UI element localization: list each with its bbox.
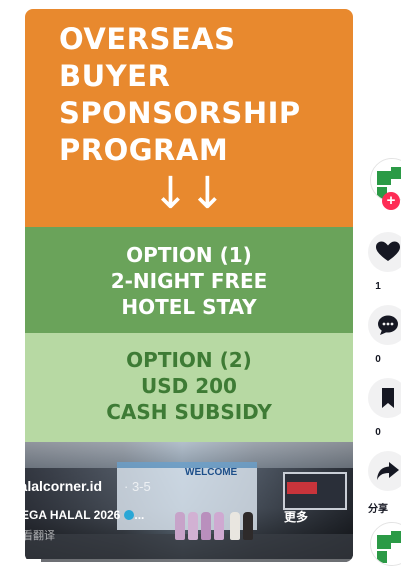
globe-icon <box>124 510 135 520</box>
bookmark-count: 0 <box>375 427 381 438</box>
expo-photo: WELCOME <box>25 442 353 562</box>
action-rail: ja + 1 0 0 分享 <box>366 0 401 566</box>
like-count: 1 <box>375 281 381 292</box>
svg-text:ja: ja <box>394 170 401 177</box>
photo-person <box>230 512 240 540</box>
headline: OVERSEAS BUYER SPONSORSHIP PROGRAM <box>59 21 301 169</box>
bookmark-icon <box>382 388 394 408</box>
headline-line: SPONSORSHIP <box>59 96 301 130</box>
like-button[interactable] <box>368 232 401 272</box>
option-2-line: CASH SUBSIDY <box>106 400 272 424</box>
comment-icon <box>378 315 398 335</box>
photo-person <box>201 512 211 540</box>
share-button[interactable] <box>368 451 401 491</box>
share-label: 分享 <box>368 504 388 515</box>
translate-link[interactable]: 查看翻译 <box>11 527 55 543</box>
headline-line: PROGRAM <box>59 133 229 167</box>
post-age: · 3-5 <box>124 479 151 494</box>
next-creator-avatar[interactable] <box>370 522 401 566</box>
option-2-text: OPTION (2) USD 200 CASH SUBSIDY <box>25 347 353 425</box>
down-arrows-icon: ↓↓ <box>152 168 226 219</box>
option-1-text: OPTION (1) 2-NIGHT FREE HOTEL STAY <box>25 242 353 320</box>
bookmark-button[interactable] <box>368 378 401 418</box>
photo-person <box>243 512 253 540</box>
heart-icon <box>376 241 400 261</box>
comment-count: 0 <box>375 354 381 365</box>
post-description: MEGA HALAL 2026... <box>11 508 144 522</box>
photo-person <box>188 512 198 540</box>
headline-line: OVERSEAS <box>59 22 236 56</box>
headline-panel: OVERSEAS BUYER SPONSORSHIP PROGRAM ↓↓ <box>25 9 353 227</box>
account-name[interactable]: halalcorner.id <box>11 478 102 494</box>
follow-plus-icon[interactable]: + <box>382 192 400 210</box>
more-button[interactable]: 更多 <box>284 508 308 525</box>
option-1-line: HOTEL STAY <box>121 295 257 319</box>
photo-person <box>175 512 185 540</box>
headline-line: BUYER <box>59 59 171 93</box>
option-2-title: OPTION (2) <box>126 348 252 372</box>
description-text: MEGA HALAL 2026 <box>11 508 121 522</box>
avatar-image <box>371 523 401 565</box>
option-1-panel: OPTION (1) 2-NIGHT FREE HOTEL STAY <box>25 227 353 333</box>
photo-screen-logo <box>287 482 317 494</box>
option-2-line: USD 200 <box>141 374 237 398</box>
creator-avatar[interactable]: ja + <box>370 158 401 210</box>
description-ellipsis: ... <box>134 508 145 522</box>
photo-sign: WELCOME <box>185 467 238 478</box>
photo-person <box>214 512 224 540</box>
comment-button[interactable] <box>368 305 401 345</box>
option-1-line: 2-NIGHT FREE <box>110 269 268 293</box>
option-1-title: OPTION (1) <box>126 243 252 267</box>
option-2-panel: OPTION (2) USD 200 CASH SUBSIDY <box>25 333 353 442</box>
share-icon <box>377 462 399 480</box>
